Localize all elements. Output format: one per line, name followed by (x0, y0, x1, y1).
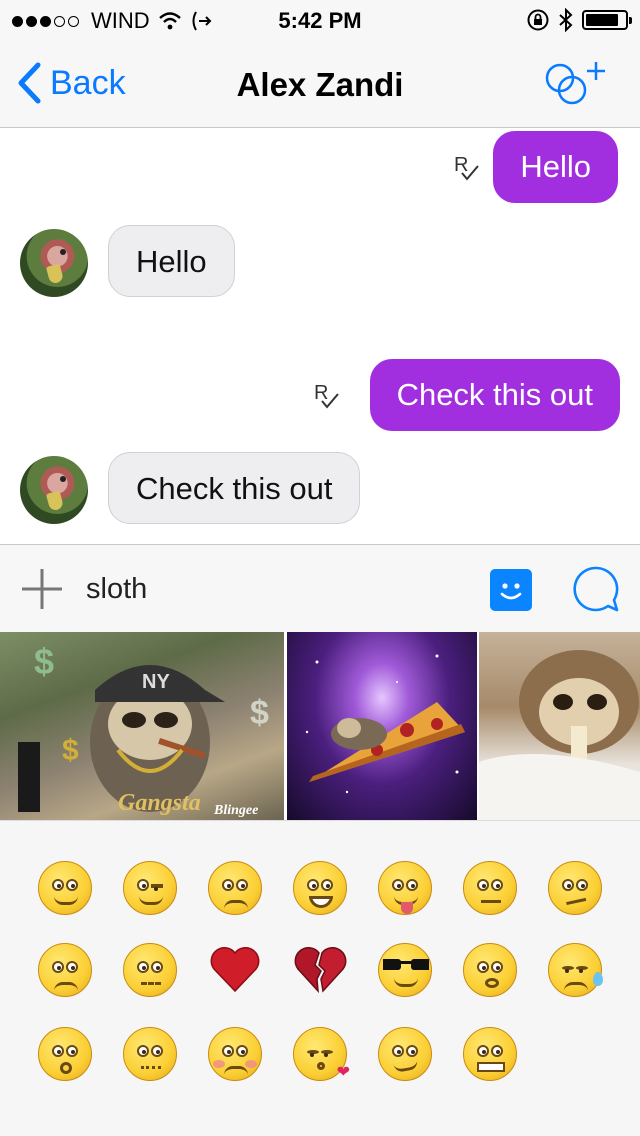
contact-avatar[interactable] (20, 456, 88, 524)
message-thread: R Hello Hello R Check this out Check thi… (0, 129, 640, 544)
speech-bubble-icon[interactable] (572, 565, 620, 613)
pouting-emoji[interactable] (463, 943, 517, 997)
bluetooth-icon (559, 8, 573, 32)
smirk-emoji[interactable] (378, 1027, 432, 1081)
tongue-emoji[interactable] (378, 861, 432, 915)
battery-icon (582, 10, 632, 30)
nav-bar: Back Alex Zandi (0, 40, 640, 128)
wink-emoji[interactable] (123, 861, 177, 915)
emoji-keyboard-button[interactable] (490, 569, 532, 611)
grimace-emoji[interactable] (463, 1027, 517, 1081)
confused-emoji[interactable] (548, 861, 602, 915)
broken-heart-icon[interactable] (293, 943, 347, 997)
sad-sweat-emoji[interactable] (548, 943, 603, 997)
zipper-mouth-emoji[interactable] (123, 943, 177, 997)
grin-emoji[interactable] (293, 861, 347, 915)
worried-emoji[interactable] (208, 861, 262, 915)
neutral-emoji[interactable] (463, 861, 517, 915)
sunglasses-emoji[interactable] (378, 943, 432, 997)
angry-emoji[interactable] (38, 943, 92, 997)
svg-text:R: R (454, 154, 468, 176)
sloth-gangsta-image: NY $ $ $ Gangsta Blingee (18, 641, 269, 818)
read-receipt-icon: R (454, 154, 479, 181)
svg-text:R: R (314, 382, 328, 404)
read-receipt-icon: R (314, 382, 339, 409)
sloth-eating-gif[interactable] (479, 632, 640, 820)
orientation-lock-icon (527, 9, 549, 31)
composer-bar: sloth (0, 544, 640, 632)
message-incoming[interactable]: Hello (108, 225, 235, 297)
sloth-gangsta-gif[interactable]: NY $ $ $ Gangsta Blingee (0, 632, 284, 820)
wavy-mouth-emoji[interactable] (123, 1027, 177, 1081)
message-incoming[interactable]: Check this out (108, 452, 361, 524)
svg-text:Gangsta: Gangsta (118, 790, 201, 816)
status-bar: WIND 5:42 PM (0, 0, 640, 40)
svg-text:Blingee: Blingee (213, 803, 258, 818)
sloth-pizza-image (305, 654, 465, 794)
svg-text:$: $ (62, 734, 79, 767)
add-people-icon[interactable] (540, 58, 610, 106)
message-input[interactable]: sloth (86, 573, 147, 606)
sloth-pizza-space-gif[interactable] (287, 632, 477, 820)
blush-emoji[interactable] (208, 1027, 262, 1081)
message-outgoing[interactable]: Check this out (369, 359, 620, 431)
contact-avatar[interactable] (20, 229, 88, 297)
gif-results: NY $ $ $ Gangsta Blingee (0, 632, 640, 820)
kiss-emoji[interactable]: ❤ (293, 1027, 350, 1081)
sloth-eating-image (479, 650, 640, 820)
add-attachment-icon[interactable] (20, 567, 64, 611)
svg-text:$: $ (34, 641, 54, 682)
smile-emoji[interactable] (38, 861, 92, 915)
battery-level (586, 14, 619, 26)
svg-text:NY: NY (142, 671, 170, 693)
red-heart-icon[interactable] (208, 943, 262, 997)
smiley-icon (500, 583, 522, 600)
emoji-keyboard: ❤ (0, 820, 640, 1136)
astonished-emoji[interactable] (38, 1027, 92, 1081)
status-right (526, 8, 632, 32)
svg-text:$: $ (250, 694, 269, 732)
message-outgoing[interactable]: Hello (493, 131, 618, 203)
